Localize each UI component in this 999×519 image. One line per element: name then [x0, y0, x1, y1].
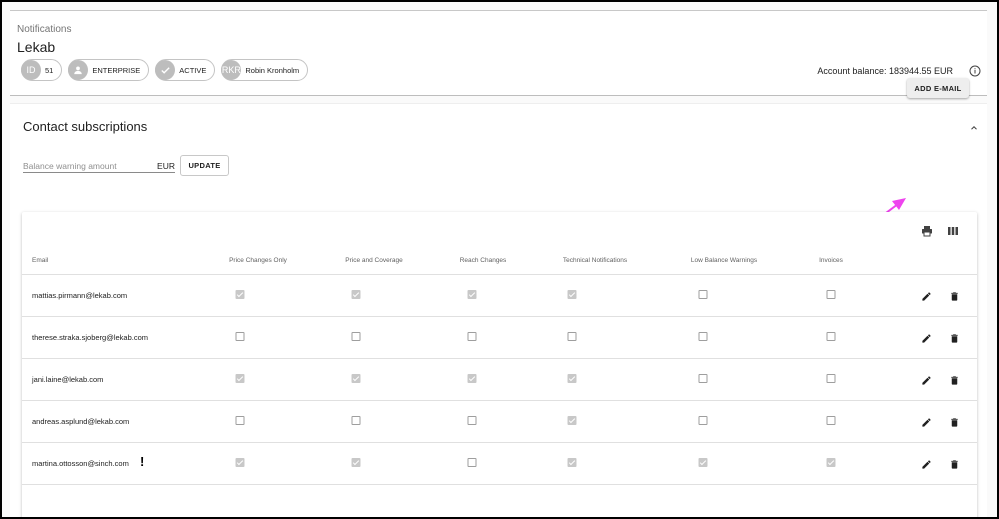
invoices-checkbox[interactable] — [826, 416, 836, 425]
column-header-technical: Technical Notifications — [562, 257, 628, 264]
technical-checkbox[interactable] — [567, 290, 577, 299]
currency-label: EUR — [157, 161, 175, 171]
header-card — [10, 11, 987, 95]
reach-changes-checkbox[interactable] — [467, 332, 477, 341]
breadcrumb: Notifications — [17, 24, 72, 35]
chip-id: ID 51 — [21, 59, 63, 81]
technical-checkbox[interactable] — [567, 374, 577, 383]
email-cell: andreas.asplund@lekab.com — [32, 417, 130, 426]
app-frame: Notifications Lekab ID 51 ENTERPRISE ACT… — [2, 2, 997, 517]
low-balance-checkbox[interactable] — [698, 416, 708, 425]
invoices-checkbox[interactable] — [826, 290, 836, 299]
table-row: therese.straka.sjoberg@lekab.com — [22, 317, 977, 359]
price-coverage-checkbox[interactable] — [351, 374, 361, 383]
column-header-price-coverage: Price and Coverage — [345, 257, 403, 264]
price-coverage-checkbox[interactable] — [351, 290, 361, 299]
price-coverage-checkbox[interactable] — [351, 458, 361, 467]
technical-checkbox[interactable] — [567, 458, 577, 467]
chip-owner: RKR Robin Kronholm — [221, 59, 309, 81]
delete-icon[interactable] — [949, 289, 960, 301]
email-cell: martina.ottosson@sinch.com — [32, 459, 129, 468]
delete-icon[interactable] — [949, 415, 960, 427]
person-icon — [68, 60, 89, 80]
chip-id-avatar: ID — [21, 60, 41, 80]
low-balance-checkbox[interactable] — [698, 290, 708, 299]
invoices-checkbox[interactable] — [826, 458, 836, 467]
email-cell: therese.straka.sjoberg@lekab.com — [32, 333, 149, 342]
account-balance: Account balance: 183944.55 EUR — [817, 66, 953, 76]
chip-id-label: 51 — [45, 65, 54, 75]
edit-icon[interactable] — [921, 373, 932, 385]
table-row: jani.laine@lekab.com — [22, 359, 977, 401]
delete-icon[interactable] — [949, 331, 960, 343]
reach-changes-checkbox[interactable] — [467, 416, 477, 425]
invoices-checkbox[interactable] — [826, 374, 836, 383]
price-changes-checkbox[interactable] — [235, 290, 245, 299]
low-balance-checkbox[interactable] — [698, 374, 708, 383]
email-cell: mattias.pirmann@lekab.com — [32, 291, 128, 300]
update-button[interactable]: UPDATE — [180, 155, 229, 176]
column-header-email: Email — [32, 257, 49, 264]
price-coverage-checkbox[interactable] — [351, 416, 361, 425]
account-chips: ID 51 ENTERPRISE ACTIVE RKR Robin Kronho… — [21, 59, 309, 81]
column-header-price-changes: Price Changes Only — [229, 257, 287, 264]
technical-checkbox[interactable] — [567, 332, 577, 341]
chip-enterprise: ENTERPRISE — [68, 59, 150, 81]
price-changes-checkbox[interactable] — [235, 416, 245, 425]
email-cell: jani.laine@lekab.com — [32, 375, 104, 384]
column-header-low-balance: Low Balance Warnings — [690, 257, 758, 264]
add-email-button[interactable]: ADD E-MAIL — [907, 78, 969, 98]
page-title: Lekab — [17, 39, 56, 55]
view-columns-icon[interactable] — [947, 224, 959, 236]
price-coverage-checkbox[interactable] — [351, 332, 361, 341]
subscriptions-table: Email Price Changes Only Price and Cover… — [22, 212, 977, 517]
edit-icon[interactable] — [921, 289, 932, 301]
table-row: martina.ottosson@sinch.com ! — [22, 443, 977, 485]
check-icon — [155, 60, 176, 80]
print-icon[interactable] — [921, 224, 933, 237]
price-changes-checkbox[interactable] — [235, 332, 245, 341]
panel-title: Contact subscriptions — [23, 119, 148, 134]
price-changes-checkbox[interactable] — [235, 458, 245, 467]
column-header-invoices: Invoices — [819, 257, 843, 264]
chip-enterprise-label: ENTERPRISE — [92, 65, 141, 75]
table-row: andreas.asplund@lekab.com — [22, 401, 977, 443]
delete-icon[interactable] — [949, 373, 960, 385]
table-body: mattias.pirmann@lekab.com therese.straka… — [22, 275, 977, 485]
balance-warning-placeholder: Balance warning amount — [23, 161, 117, 171]
balance-warning-input[interactable]: Balance warning amount EUR — [23, 156, 175, 173]
chip-owner-label: Robin Kronholm — [245, 65, 300, 75]
reach-changes-checkbox[interactable] — [467, 458, 477, 467]
exclamation-mark: ! — [140, 454, 145, 469]
reach-changes-checkbox[interactable] — [467, 290, 477, 299]
invoices-checkbox[interactable] — [826, 332, 836, 341]
chip-owner-avatar: RKR — [221, 60, 242, 80]
low-balance-checkbox[interactable] — [698, 458, 708, 467]
edit-icon[interactable] — [921, 331, 932, 343]
delete-icon[interactable] — [949, 457, 960, 469]
reach-changes-checkbox[interactable] — [467, 374, 477, 383]
chevron-up-icon[interactable] — [969, 120, 979, 130]
low-balance-checkbox[interactable] — [698, 332, 708, 341]
chip-active: ACTIVE — [155, 59, 216, 81]
header-divider — [10, 95, 987, 96]
technical-checkbox[interactable] — [567, 416, 577, 425]
table-header: Email Price Changes Only Price and Cover… — [22, 252, 977, 275]
table-row: mattias.pirmann@lekab.com — [22, 275, 977, 317]
price-changes-checkbox[interactable] — [235, 374, 245, 383]
edit-icon[interactable] — [921, 415, 932, 427]
info-icon[interactable] — [969, 64, 981, 77]
edit-icon[interactable] — [921, 457, 932, 469]
chip-active-label: ACTIVE — [179, 65, 207, 75]
table-toolbar — [921, 224, 959, 237]
column-header-reach-changes: Reach Changes — [459, 257, 507, 264]
